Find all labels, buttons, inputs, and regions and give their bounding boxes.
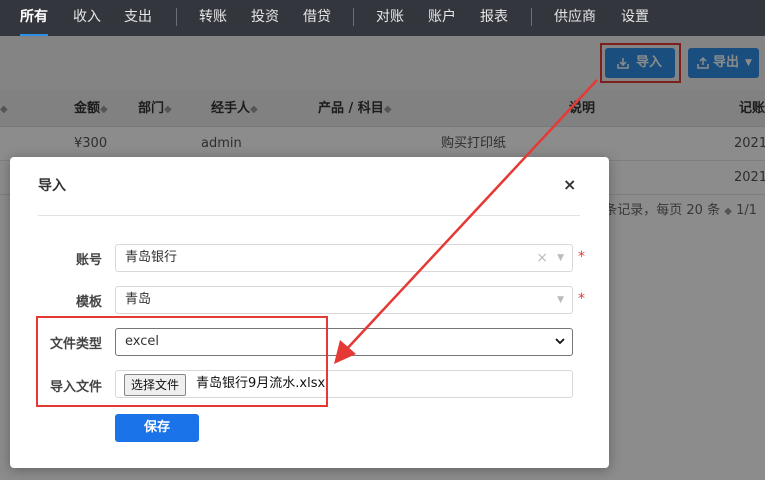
nav-tab-loan[interactable]: 借贷 [303, 0, 331, 36]
import-dialog: 导入 × 账号 青岛银行 × ▼ * 模板 青岛 ▼ * 文件类型 excel … [10, 157, 609, 468]
account-select[interactable]: 青岛银行 × ▼ [115, 244, 573, 272]
close-icon[interactable]: × [563, 175, 576, 194]
top-nav: 所有 收入 支出 转账 投资 借贷 对账 账户 报表 供应商 设置 [0, 0, 765, 36]
nav-tab-reports[interactable]: 报表 [480, 0, 508, 36]
nav-tab-reconcile[interactable]: 对账 [376, 0, 404, 36]
required-mark: * [578, 291, 585, 307]
template-select[interactable]: 青岛 ▼ [115, 286, 573, 314]
template-value: 青岛 [125, 292, 152, 307]
dialog-divider [38, 215, 580, 216]
chevron-down-icon [555, 338, 565, 345]
required-mark: * [578, 249, 585, 265]
nav-separator [353, 8, 354, 26]
nav-tab-transfer[interactable]: 转账 [199, 0, 227, 36]
nav-separator [531, 8, 532, 26]
nav-tab-all[interactable]: 所有 [20, 0, 48, 36]
chevron-down-icon: ▼ [557, 253, 564, 263]
chevron-down-icon: ▼ [557, 295, 564, 305]
nav-separator [176, 8, 177, 26]
clear-icon[interactable]: × [536, 245, 548, 271]
file-fields-highlight [36, 316, 328, 407]
nav-tab-income[interactable]: 收入 [73, 0, 101, 36]
dialog-title: 导入 [38, 178, 66, 194]
account-label: 账号 [75, 253, 102, 268]
nav-tab-expense[interactable]: 支出 [124, 0, 152, 36]
nav-tab-suppliers[interactable]: 供应商 [554, 0, 596, 36]
template-label: 模板 [75, 295, 102, 310]
nav-tab-settings[interactable]: 设置 [621, 0, 649, 36]
account-value: 青岛银行 [125, 250, 178, 265]
nav-tab-invest[interactable]: 投资 [251, 0, 279, 36]
nav-tab-accounts[interactable]: 账户 [428, 0, 456, 36]
save-button[interactable]: 保存 [115, 414, 199, 442]
